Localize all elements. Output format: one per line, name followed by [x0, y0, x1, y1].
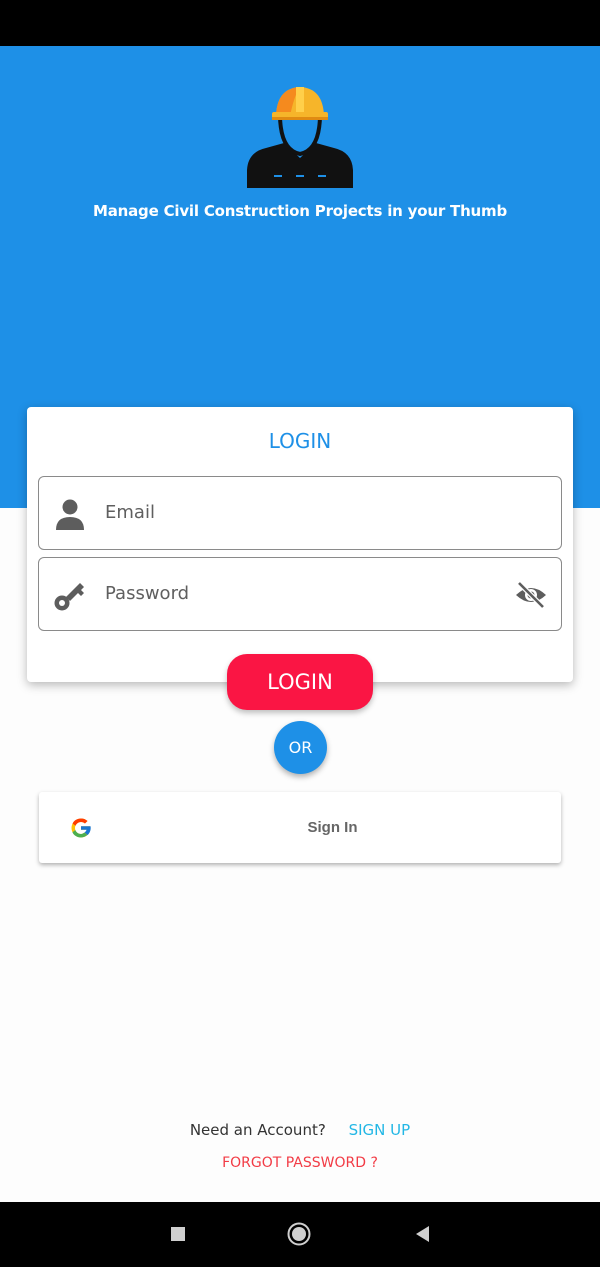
eye-off-icon[interactable] — [515, 581, 547, 609]
home-icon[interactable] — [287, 1222, 311, 1246]
login-button[interactable]: LOGIN — [227, 654, 373, 710]
email-input[interactable] — [105, 477, 505, 548]
construction-worker-icon — [247, 87, 353, 188]
app-tagline: Manage Civil Construction Projects in yo… — [93, 202, 507, 220]
google-sign-in-label: Sign In — [307, 819, 358, 836]
system-nav-bar — [0, 1202, 600, 1267]
back-icon[interactable] — [411, 1222, 435, 1246]
password-input[interactable] — [105, 558, 505, 629]
status-bar — [0, 0, 600, 46]
need-account-text: Need an Account? — [189, 1121, 326, 1139]
or-divider: OR — [274, 721, 327, 774]
key-icon — [54, 583, 84, 611]
signup-row: Need an Account? SIGN UP — [0, 1121, 600, 1139]
login-card-title: LOGIN — [268, 429, 332, 453]
password-field[interactable] — [38, 557, 562, 631]
recents-icon[interactable] — [166, 1222, 190, 1246]
google-sign-in-button[interactable]: Sign In — [39, 792, 561, 863]
email-field[interactable] — [38, 476, 562, 550]
login-card: LOGIN — [27, 407, 573, 682]
forgot-password-link[interactable]: FORGOT PASSWORD ? — [0, 1155, 600, 1171]
sign-up-link[interactable]: SIGN UP — [349, 1121, 411, 1139]
login-screen: Manage Civil Construction Projects in yo… — [0, 0, 600, 1267]
person-icon — [56, 499, 84, 530]
